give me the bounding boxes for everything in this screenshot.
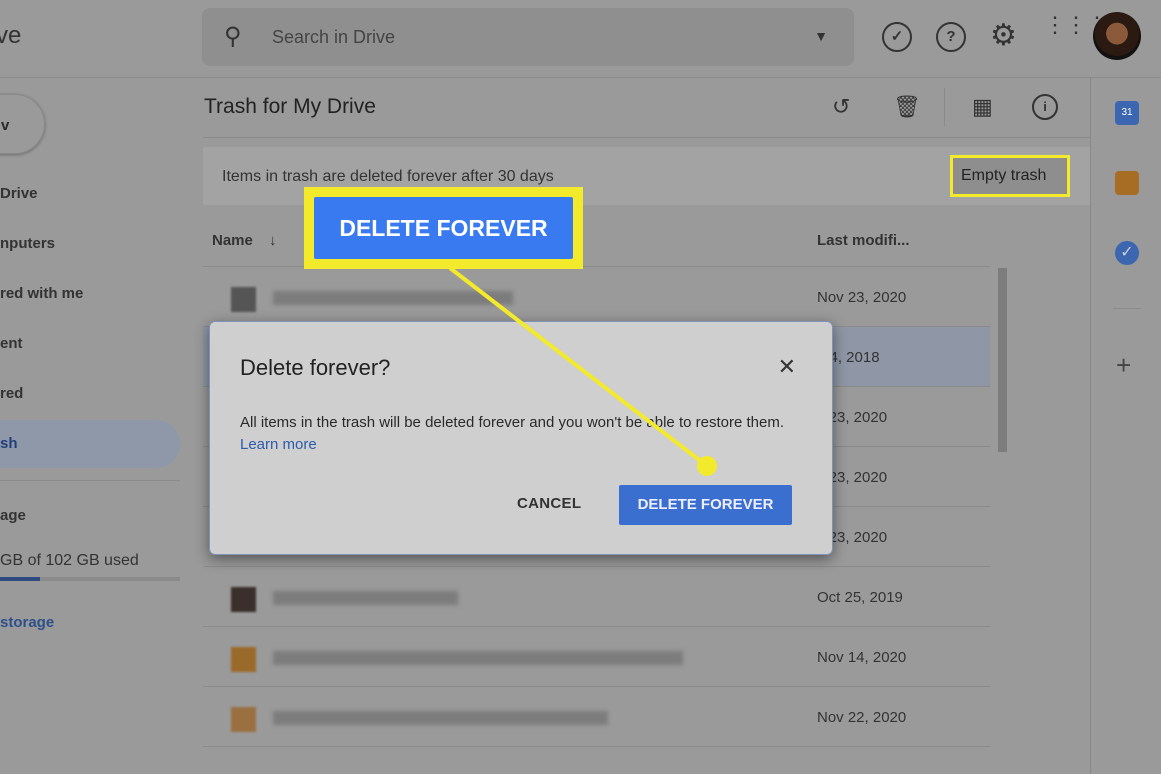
dialog-body: All items in the trash will be deleted f… [240, 412, 810, 456]
delete-forever-button[interactable]: DELETE FOREVER [619, 485, 792, 525]
banner-text: Items in trash are deleted forever after… [222, 168, 554, 185]
storage-bar-fill [0, 577, 40, 581]
column-header-name[interactable]: Name ↓ [212, 232, 277, 249]
table-row[interactable]: Nov 14, 2020 [203, 627, 990, 687]
file-name-blurred [273, 591, 458, 605]
callout-label: DELETE FOREVER [314, 197, 573, 259]
avatar[interactable] [1093, 12, 1141, 60]
sidebar-item-recent[interactable]: ent [0, 335, 23, 352]
dialog-title: Delete forever? [240, 355, 391, 380]
grid-view-icon[interactable]: ▦ [972, 94, 993, 120]
last-modified-date: Oct 25, 2019 [817, 589, 903, 606]
sidebar-item-trash[interactable]: sh [0, 435, 18, 452]
close-icon[interactable]: ✕ [778, 354, 796, 380]
search-input[interactable]: ⚲ Search in Drive ▼ [202, 8, 854, 66]
last-modified-date: Nov 14, 2020 [817, 649, 907, 666]
search-icon[interactable]: ⚲ [224, 22, 242, 51]
help-icon[interactable]: ? [936, 22, 966, 52]
table-row[interactable]: Oct 25, 2019 [203, 567, 990, 627]
file-thumbnail [231, 707, 256, 732]
drive-logo-text: ve [0, 22, 22, 49]
storage-usage-text: GB of 102 GB used [0, 552, 139, 569]
file-thumbnail [231, 287, 256, 312]
tasks-icon[interactable]: ✓ [1115, 241, 1139, 265]
ready-offline-icon[interactable]: ✓ [882, 22, 912, 52]
file-name-blurred [273, 651, 683, 665]
learn-more-link[interactable]: Learn more [240, 436, 317, 453]
table-row[interactable]: Nov 22, 2020 [203, 687, 990, 747]
sidebar-item-starred[interactable]: red [0, 385, 23, 402]
divider [944, 88, 945, 126]
add-addon-icon[interactable]: + [1116, 350, 1131, 381]
sidebar-item-my-drive[interactable]: Drive [0, 185, 38, 202]
divider [1113, 308, 1141, 309]
column-header-last-modified[interactable]: Last modifi... [817, 232, 910, 249]
storage-bar [0, 577, 180, 581]
file-thumbnail [231, 587, 256, 612]
table-row[interactable]: Nov 23, 2020 [203, 267, 990, 327]
file-name-blurred [273, 291, 513, 305]
settings-icon[interactable]: ⚙ [990, 18, 1017, 53]
file-name-blurred [273, 711, 608, 725]
search-options-dropdown-icon[interactable]: ▼ [814, 28, 828, 44]
restore-icon[interactable]: ↺ [832, 94, 850, 120]
divider [0, 480, 180, 481]
delete-icon[interactable]: 🗑 [893, 94, 921, 120]
sidebar-item-shared-with-me[interactable]: red with me [0, 285, 83, 302]
callout-highlight: DELETE FOREVER [304, 187, 583, 269]
last-modified-date: Nov 23, 2020 [817, 289, 907, 306]
sidebar-selected-highlight [0, 420, 180, 468]
buy-storage-link[interactable]: storage [0, 614, 54, 631]
calendar-icon[interactable]: 31 [1115, 101, 1139, 125]
keep-icon[interactable] [1115, 171, 1139, 195]
file-thumbnail [231, 647, 256, 672]
info-icon[interactable]: i [1032, 94, 1058, 120]
search-placeholder: Search in Drive [272, 27, 396, 47]
empty-trash-button[interactable]: Empty trash [950, 155, 1070, 197]
dialog-message: All items in the trash will be deleted f… [240, 414, 784, 431]
new-button[interactable]: v [0, 94, 45, 154]
sort-arrow-icon[interactable]: ↓ [269, 232, 277, 249]
column-name-label: Name [212, 232, 253, 249]
delete-forever-dialog: Delete forever? ✕ All items in the trash… [209, 321, 833, 555]
page-title: Trash for My Drive [204, 95, 376, 118]
last-modified-date: Nov 22, 2020 [817, 709, 907, 726]
cancel-button[interactable]: CANCEL [517, 495, 581, 512]
storage-label: age [0, 507, 26, 524]
scrollbar[interactable] [998, 268, 1007, 452]
divider [203, 137, 1090, 138]
sidebar-item-computers[interactable]: nputers [0, 235, 55, 252]
